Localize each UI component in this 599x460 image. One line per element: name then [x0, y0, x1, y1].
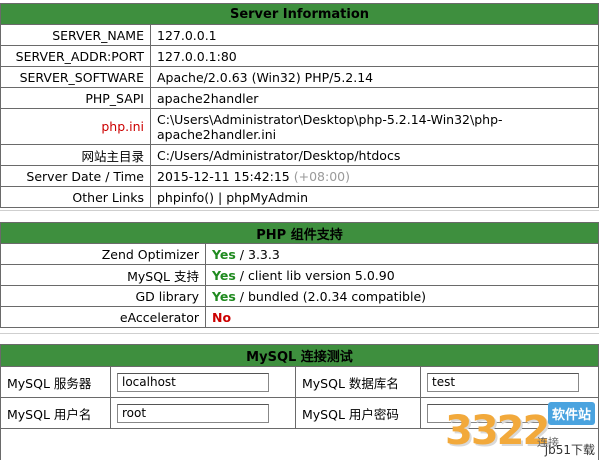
mysql-host-cell	[110, 366, 296, 398]
server-date-label: Server Date / Time	[0, 165, 151, 187]
gd-library-value: Yes / bundled (2.0.34 compatible)	[205, 285, 599, 307]
mysql-db-input[interactable]	[427, 372, 579, 392]
php-support-table: PHP 组件支持 Zend Optimizer Yes / 3.3.3 MySQ…	[0, 222, 599, 328]
timezone-offset: (+08:00)	[293, 168, 350, 184]
mysql-user-cell	[110, 397, 296, 429]
php-ini-label: php.ini	[0, 108, 151, 145]
link-divider: |	[217, 189, 223, 205]
watermark-sub: jb51下载	[544, 443, 595, 457]
section-divider	[0, 333, 599, 335]
server-software-label: SERVER_SOFTWARE	[0, 66, 151, 88]
php-sapi-label: PHP_SAPI	[0, 87, 151, 109]
document-root-label: 网站主目录	[0, 144, 151, 166]
zend-optimizer-value: Yes / 3.3.3	[205, 243, 599, 265]
mysql-support-detail: / client lib version 5.0.90	[235, 267, 395, 283]
server-date-value: 2015-12-11 15:42:15 (+08:00)	[150, 165, 599, 187]
gd-library-label: GD library	[0, 285, 206, 307]
status-yes: Yes	[212, 246, 236, 262]
mysql-support-label: MySQL 支持	[0, 264, 206, 286]
mysql-password-label: MySQL 用户密码	[295, 397, 421, 429]
gd-library-detail: / bundled (2.0.34 compatible)	[235, 288, 427, 304]
php-support-title: PHP 组件支持	[0, 222, 599, 244]
server-name-value: 127.0.0.1	[150, 24, 599, 46]
mysql-user-label: MySQL 用户名	[0, 397, 111, 429]
watermark-number: 3322	[445, 408, 550, 454]
server-software-value: Apache/2.0.63 (Win32) PHP/5.2.14	[150, 66, 599, 88]
table-row: eAccelerator No	[0, 306, 599, 328]
eaccelerator-value: No	[205, 306, 599, 328]
table-row: SERVER_ADDR:PORT 127.0.0.1:80	[0, 45, 599, 67]
php-ini-value-line1: C:\Users\Administrator\Desktop\php-5.2.1…	[157, 111, 503, 127]
other-links-value: phpinfo() | phpMyAdmin	[150, 186, 599, 208]
mysql-user-input[interactable]	[117, 403, 269, 423]
table-row: Other Links phpinfo() | phpMyAdmin	[0, 186, 599, 208]
table-row: SERVER_NAME 127.0.0.1	[0, 24, 599, 46]
php-ini-value-line2: apache2handler.ini	[157, 126, 277, 142]
mysql-test-title: MySQL 连接测试	[0, 344, 599, 367]
php-ini-value: C:\Users\Administrator\Desktop\php-5.2.1…	[150, 108, 599, 145]
zend-optimizer-detail: / 3.3.3	[235, 246, 280, 262]
document-root-value: C:/Users/Administrator/Desktop/htdocs	[150, 144, 599, 166]
mysql-db-cell	[420, 366, 599, 398]
server-date-text: 2015-12-11 15:42:15	[157, 168, 290, 184]
status-no: No	[212, 309, 232, 325]
mysql-support-value: Yes / client lib version 5.0.90	[205, 264, 599, 286]
other-links-label: Other Links	[0, 186, 151, 208]
php-sapi-value: apache2handler	[150, 87, 599, 109]
table-row: PHP_SAPI apache2handler	[0, 87, 599, 109]
table-row: MySQL 服务器 MySQL 数据库名	[0, 366, 599, 398]
table-row: 网站主目录 C:/Users/Administrator/Desktop/htd…	[0, 144, 599, 166]
table-row: Zend Optimizer Yes / 3.3.3	[0, 243, 599, 265]
zend-optimizer-label: Zend Optimizer	[0, 243, 206, 265]
table-row: GD library Yes / bundled (2.0.34 compati…	[0, 285, 599, 307]
status-yes: Yes	[212, 267, 236, 283]
server-information-title: Server Information	[0, 3, 599, 25]
mysql-host-label: MySQL 服务器	[0, 366, 111, 398]
server-addr-label: SERVER_ADDR:PORT	[0, 45, 151, 67]
server-information-table: Server Information SERVER_NAME 127.0.0.1…	[0, 3, 599, 208]
phpmyadmin-link[interactable]: phpMyAdmin	[226, 190, 308, 205]
table-row: SERVER_SOFTWARE Apache/2.0.63 (Win32) PH…	[0, 66, 599, 88]
watermark-logo: 3322 软件站 连接 jb51下载	[445, 400, 595, 458]
table-row: MySQL 支持 Yes / client lib version 5.0.90	[0, 264, 599, 286]
server-name-label: SERVER_NAME	[0, 24, 151, 46]
eaccelerator-label: eAccelerator	[0, 306, 206, 328]
server-addr-value: 127.0.0.1:80	[150, 45, 599, 67]
mysql-db-label: MySQL 数据库名	[295, 366, 421, 398]
section-divider	[0, 210, 599, 212]
table-row: php.ini C:\Users\Administrator\Desktop\p…	[0, 108, 599, 145]
table-row: Server Date / Time 2015-12-11 15:42:15 (…	[0, 165, 599, 187]
mysql-host-input[interactable]	[117, 372, 269, 392]
phpinfo-link[interactable]: phpinfo()	[157, 190, 214, 205]
watermark-tag: 软件站	[547, 402, 595, 425]
status-yes: Yes	[212, 288, 236, 304]
